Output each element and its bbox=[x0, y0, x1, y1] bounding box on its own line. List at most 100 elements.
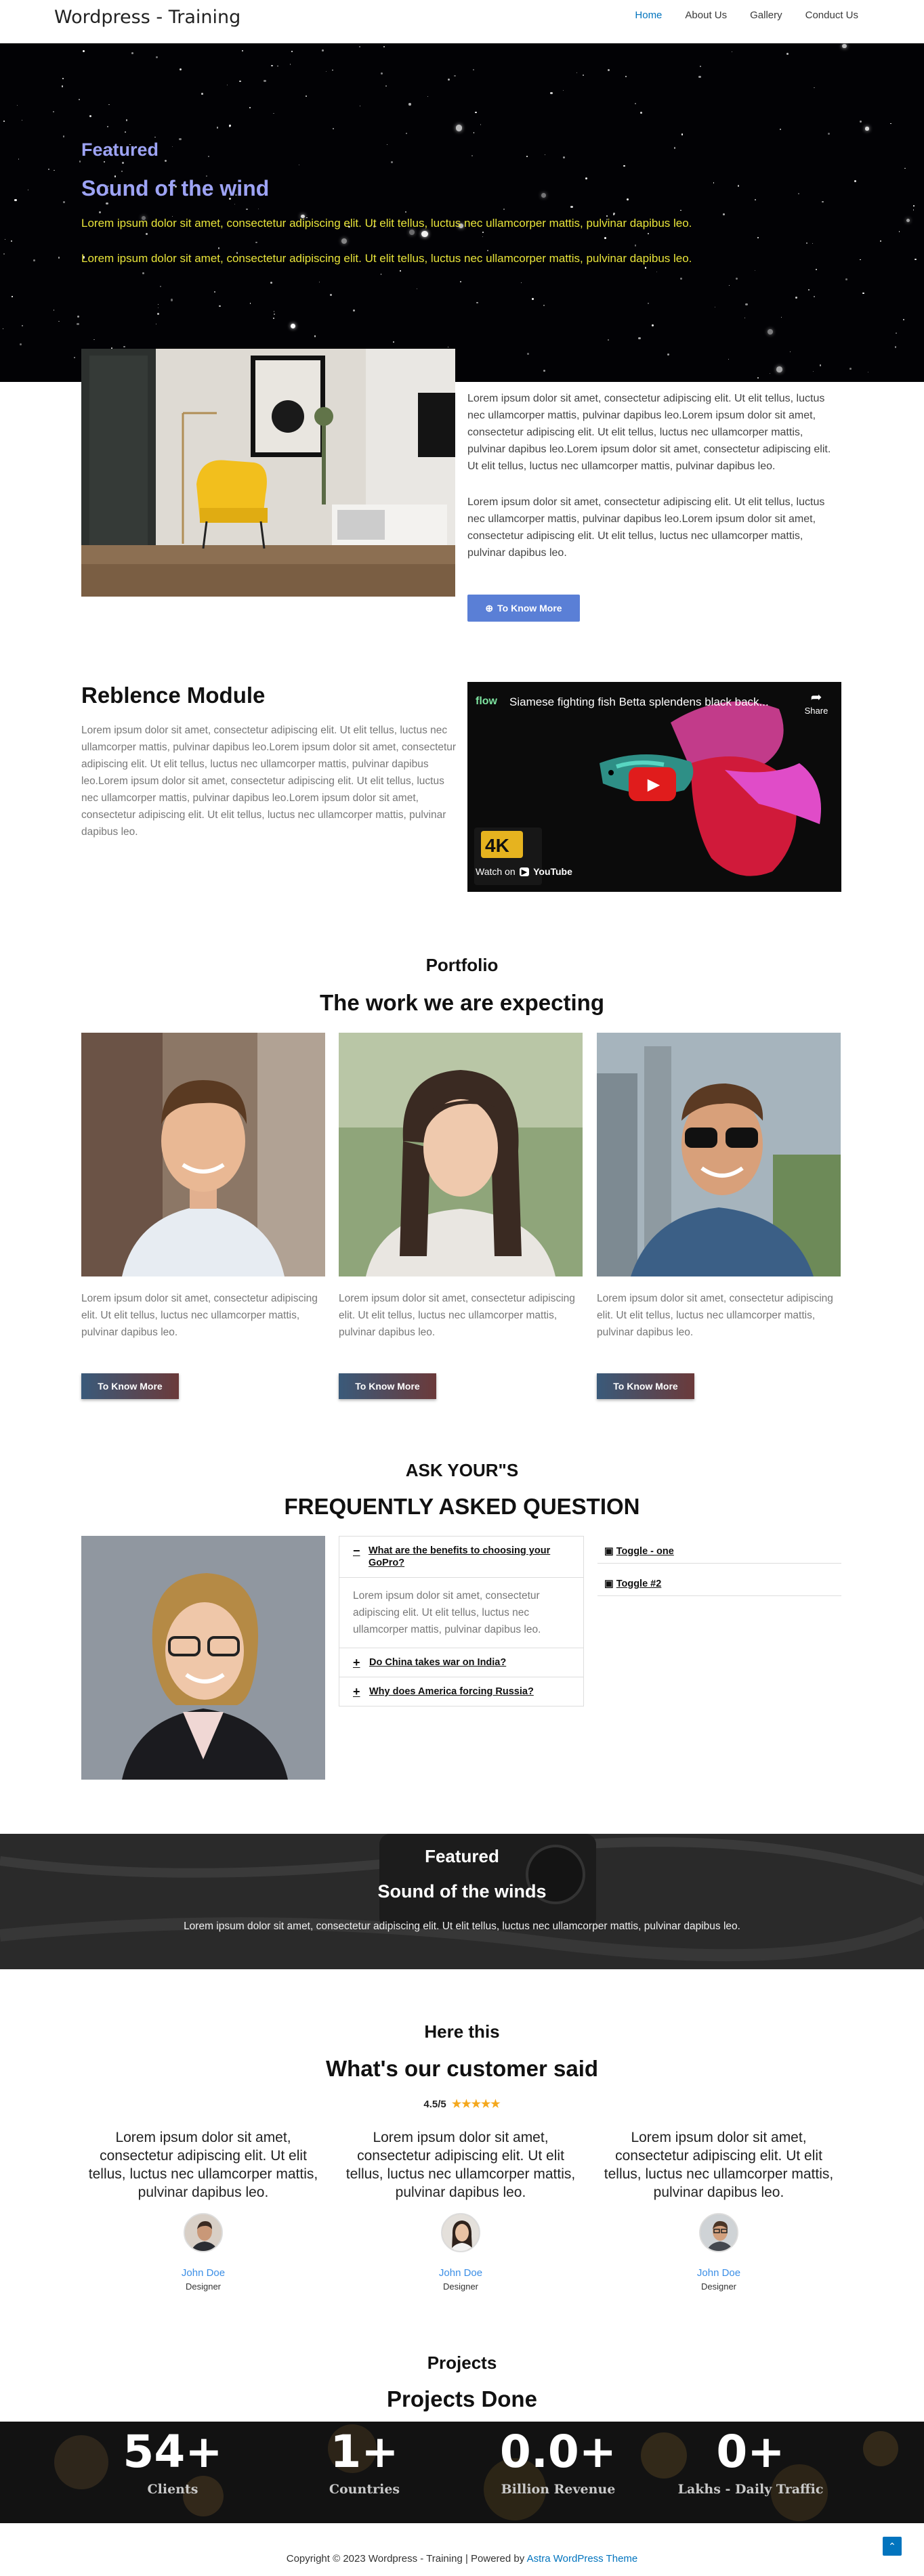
footer-theme-link[interactable]: Astra WordPress Theme bbox=[527, 2553, 638, 2564]
nav-conduct-us[interactable]: Conduct Us bbox=[805, 9, 858, 21]
star-dot bbox=[768, 328, 774, 335]
star-dot bbox=[634, 244, 637, 247]
star-dot bbox=[156, 312, 159, 315]
star-dot bbox=[249, 107, 251, 109]
video-play-button[interactable]: ▶ bbox=[629, 767, 676, 801]
faq-question-3[interactable]: + Why does America forcing Russia? bbox=[339, 1677, 583, 1706]
projects-stats: 54+ Clients 1+ Countries 0.0+ Billion Re… bbox=[0, 2422, 924, 2523]
star-dot bbox=[541, 192, 547, 198]
star-rating-icon: ★★★★★ bbox=[451, 2099, 501, 2110]
star-dot bbox=[21, 324, 23, 326]
star-dot bbox=[78, 98, 81, 100]
star-dot bbox=[63, 200, 66, 203]
star-dot bbox=[131, 52, 133, 54]
star-dot bbox=[828, 133, 831, 135]
star-dot bbox=[680, 277, 683, 280]
star-dot bbox=[427, 96, 429, 98]
star-dot bbox=[471, 155, 473, 157]
star-dot bbox=[607, 69, 610, 72]
star-dot bbox=[845, 278, 848, 281]
faq-question-3-label: Why does America forcing Russia? bbox=[369, 1686, 534, 1697]
star-dot bbox=[421, 230, 428, 238]
youtube-logo-icon: ▶ bbox=[519, 867, 530, 876]
star-dot bbox=[16, 105, 18, 106]
scroll-to-top-button[interactable]: ⌃ bbox=[883, 2537, 902, 2556]
portfolio-know-more-button-1[interactable]: To Know More bbox=[81, 1373, 179, 1399]
star-dot bbox=[822, 200, 824, 202]
hero-paragraph-1: Lorem ipsum dolor sit amet, consectetur … bbox=[81, 217, 692, 230]
star-dot bbox=[816, 268, 818, 270]
star-dot bbox=[728, 284, 730, 286]
star-dot bbox=[291, 324, 296, 329]
video-channel-logo[interactable]: flow bbox=[476, 695, 497, 708]
video-title[interactable]: Siamese fighting fish Betta splendens bl… bbox=[509, 695, 769, 709]
star-dot bbox=[582, 74, 584, 76]
testimonial-role-1: Designer bbox=[185, 2281, 222, 2292]
footer-copyright: Copyright © 2023 Wordpress - Training | … bbox=[286, 2553, 527, 2564]
hero-paragraph-2: Lorem ipsum dolor sit amet, consectetur … bbox=[81, 252, 692, 265]
star-dot bbox=[234, 204, 236, 205]
watch-on-label: Watch on bbox=[476, 866, 516, 877]
nav-about-us[interactable]: About Us bbox=[685, 9, 727, 21]
star-dot bbox=[904, 167, 906, 169]
star-dot bbox=[652, 324, 654, 326]
stat-countries: 1+ Countries bbox=[276, 2422, 453, 2497]
star-dot bbox=[3, 253, 5, 255]
portfolio-know-more-button-3[interactable]: To Know More bbox=[597, 1373, 694, 1399]
star-dot bbox=[798, 192, 800, 194]
intro-know-more-button[interactable]: ⊕ To Know More bbox=[467, 595, 580, 622]
testimonial-name-3[interactable]: John Doe bbox=[597, 2267, 841, 2279]
toggle-one[interactable]: ▣ Toggle - one bbox=[597, 1540, 841, 1564]
faq-question-2[interactable]: + Do China takes war on India? bbox=[339, 1648, 583, 1677]
star-dot bbox=[640, 111, 643, 114]
watch-on-youtube-link[interactable]: Watch on ▶ YouTube bbox=[476, 866, 572, 877]
star-dot bbox=[455, 125, 463, 131]
portfolio-know-more-button-2[interactable]: To Know More bbox=[339, 1373, 436, 1399]
star-dot bbox=[108, 104, 110, 105]
toggle-two[interactable]: ▣ Toggle #2 bbox=[597, 1572, 841, 1596]
star-dot bbox=[475, 111, 477, 113]
star-dot bbox=[318, 281, 320, 283]
star-dot bbox=[404, 211, 406, 213]
star-dot bbox=[698, 75, 701, 79]
star-dot bbox=[915, 258, 917, 260]
youtube-wordmark: YouTube bbox=[533, 866, 572, 877]
star-dot bbox=[239, 80, 241, 83]
star-dot bbox=[576, 72, 578, 74]
star-dot bbox=[526, 155, 528, 157]
star-dot bbox=[623, 165, 625, 167]
star-dot bbox=[681, 133, 684, 136]
star-dot bbox=[393, 341, 394, 343]
star-dot bbox=[53, 111, 54, 112]
star-dot bbox=[106, 125, 108, 128]
star-dot bbox=[201, 93, 204, 95]
portfolio-image-3 bbox=[597, 1033, 841, 1276]
star-dot bbox=[391, 160, 394, 163]
living-room-image bbox=[81, 349, 455, 597]
faq-question-1[interactable]: − What are the benefits to choosing your… bbox=[339, 1537, 583, 1578]
testimonials-title: What's our customer said bbox=[325, 2056, 599, 2081]
star-dot bbox=[903, 319, 904, 321]
testimonial-name-2[interactable]: John Doe bbox=[339, 2267, 583, 2279]
testimonial-name-1[interactable]: John Doe bbox=[81, 2267, 325, 2279]
star-dot bbox=[156, 56, 159, 58]
star-dot bbox=[325, 70, 327, 72]
star-dot bbox=[894, 345, 897, 348]
nav-home[interactable]: Home bbox=[635, 9, 662, 21]
star-dot bbox=[819, 364, 822, 366]
star-dot bbox=[79, 160, 81, 163]
youtube-video-embed[interactable]: flow Siamese fighting fish Betta splende… bbox=[467, 682, 841, 892]
star-dot bbox=[172, 146, 173, 148]
nav-gallery[interactable]: Gallery bbox=[750, 9, 782, 21]
star-dot bbox=[121, 162, 124, 165]
star-dot bbox=[812, 242, 813, 244]
portfolio-text-3: Lorem ipsum dolor sit amet, consectetur … bbox=[597, 1293, 833, 1338]
chevron-up-icon: ⌃ bbox=[888, 2540, 896, 2552]
site-title[interactable]: Wordpress - Training bbox=[54, 7, 240, 28]
star-dot bbox=[644, 267, 647, 269]
video-share-button[interactable]: ➦ Share bbox=[799, 689, 833, 716]
faq-accordion: − What are the benefits to choosing your… bbox=[339, 1536, 584, 1706]
star-dot bbox=[550, 91, 553, 95]
star-dot bbox=[273, 313, 276, 316]
star-dot bbox=[735, 278, 738, 280]
